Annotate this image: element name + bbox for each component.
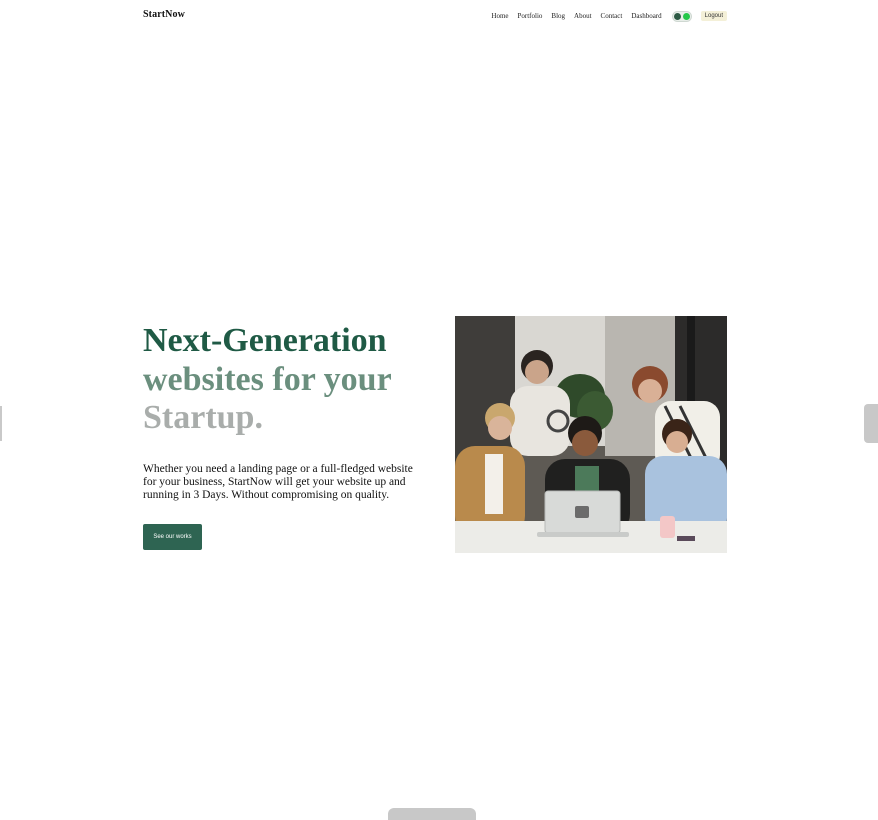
- hero-title-line-1: Next-Generation: [143, 322, 387, 359]
- theme-toggle-icon[interactable]: [671, 10, 692, 22]
- toggle-status-icon: [682, 12, 690, 20]
- brand-logo[interactable]: StartNow: [143, 9, 185, 20]
- logout-button[interactable]: Logout: [700, 11, 727, 21]
- nav-link-blog[interactable]: Blog: [551, 12, 565, 20]
- hero-description: Whether you need a landing page or a ful…: [143, 463, 413, 501]
- hero-title-line-2: websites for your: [143, 360, 392, 398]
- nav-link-portfolio[interactable]: Portfolio: [518, 12, 543, 20]
- nav-link-dashboard[interactable]: Dashboard: [631, 12, 661, 20]
- top-navigation: StartNow Home Portfolio Blog About Conta…: [143, 9, 727, 23]
- toggle-knob-icon: [673, 12, 681, 20]
- hero-image: [455, 316, 727, 553]
- right-side-tab[interactable]: [864, 404, 878, 443]
- hero-title: Next-Generation websites for your Startu…: [143, 322, 443, 438]
- nav-link-about[interactable]: About: [574, 12, 592, 20]
- left-edge-handle: [0, 406, 2, 441]
- hero-title-line-3: Startup.: [143, 399, 263, 436]
- bottom-tab[interactable]: [388, 808, 476, 820]
- nav-link-home[interactable]: Home: [491, 12, 508, 20]
- see-our-works-button[interactable]: See our works: [143, 524, 202, 550]
- nav-link-contact[interactable]: Contact: [601, 12, 623, 20]
- nav-links: Home Portfolio Blog About Contact Dashbo…: [482, 9, 727, 23]
